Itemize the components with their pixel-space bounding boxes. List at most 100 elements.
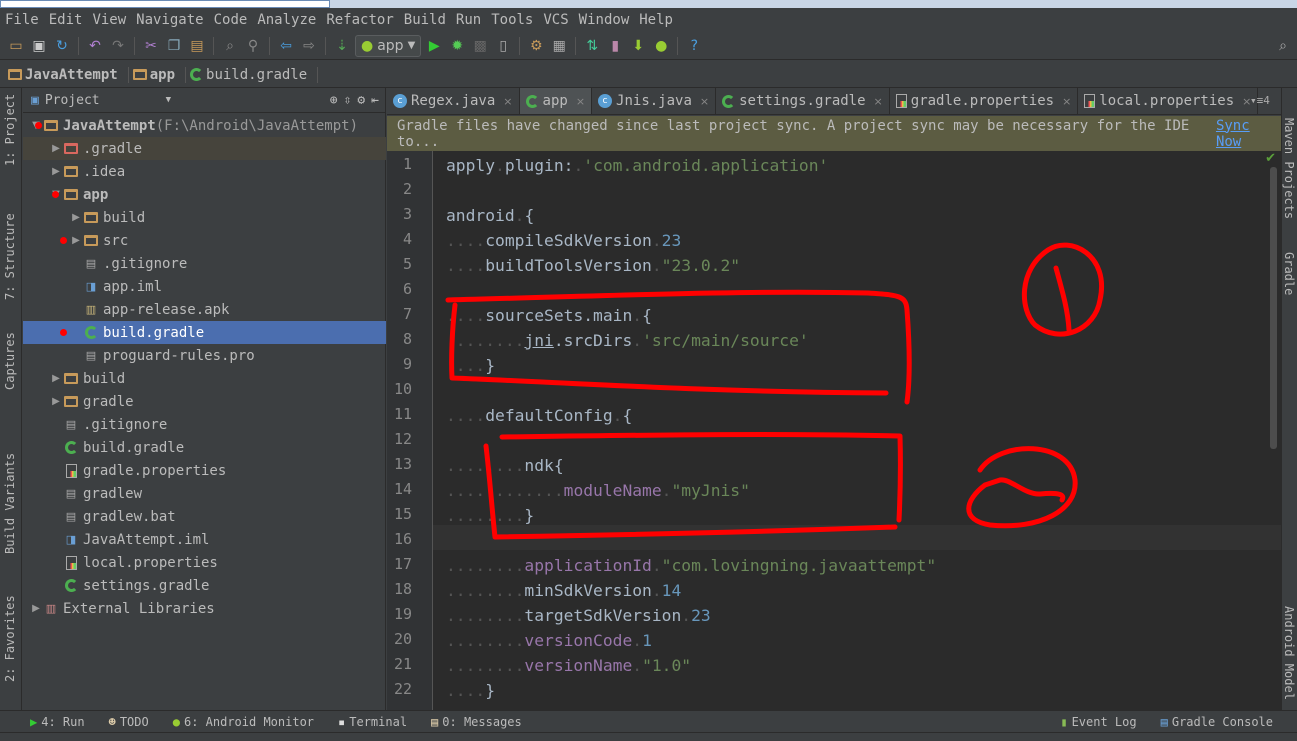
breadcrumb-app[interactable]: app <box>132 66 187 83</box>
menu-view[interactable]: View <box>87 12 131 28</box>
vertical-scrollbar[interactable] <box>1270 167 1277 449</box>
tree-item[interactable]: ▶ build <box>23 367 386 390</box>
menu-file[interactable]: File <box>0 12 44 28</box>
menu-run[interactable]: Run <box>451 12 486 28</box>
collapsed-arrow-icon[interactable]: ▶ <box>49 166 63 177</box>
menu-vcs[interactable]: VCS <box>538 12 573 28</box>
debug-icon[interactable]: ✹ <box>447 36 467 56</box>
run-configuration-dropdown[interactable]: ● app ▼ <box>355 34 422 57</box>
tree-item[interactable]: ◨ app.iml <box>23 275 386 298</box>
copy-icon[interactable]: ❐ <box>164 36 184 56</box>
android-monitor-icon[interactable]: ● <box>651 36 671 56</box>
collapse-all-icon[interactable]: ⇳ <box>344 93 352 108</box>
tool-window-android-model[interactable]: Android Model <box>1282 606 1296 700</box>
back-icon[interactable]: ⇦ <box>276 36 296 56</box>
menu-window[interactable]: Window <box>574 12 635 28</box>
tree-item[interactable]: ▶ build <box>23 206 386 229</box>
menu-build[interactable]: Build <box>399 12 451 28</box>
close-tab-icon[interactable]: × <box>700 95 709 108</box>
locate-icon[interactable]: ⊕ <box>330 93 338 108</box>
gear-icon[interactable]: ⚙ <box>357 93 365 108</box>
hide-panel-icon[interactable]: ⇤ <box>371 93 379 108</box>
tree-item[interactable]: ▶ .idea <box>23 160 386 183</box>
menu-edit[interactable]: Edit <box>44 12 88 28</box>
tool-android-monitor[interactable]: ● 6: Android Monitor <box>173 715 314 729</box>
tree-item[interactable]: ▤ .gitignore <box>23 252 386 275</box>
tool-event-log[interactable]: ▮ Event Log <box>1060 715 1136 729</box>
tab-regex-java[interactable]: c Regex.java × <box>387 88 520 114</box>
avd-manager-icon[interactable]: ▮ <box>605 36 625 56</box>
tree-item[interactable]: gradle.properties <box>23 459 386 482</box>
code-editor[interactable]: 1 2 3 4 5 6 7 8 9 10 11 12 13 14 15 16 17 18 19 20 21 22 appl… <box>387 151 1281 710</box>
collapsed-arrow-icon[interactable]: ▶ <box>29 603 43 614</box>
tree-item[interactable]: local.properties <box>23 551 386 574</box>
tree-item[interactable]: ▤ gradlew.bat <box>23 505 386 528</box>
tree-item[interactable]: ▥ app-release.apk <box>23 298 386 321</box>
code-line[interactable]: android.{ <box>446 203 534 228</box>
tab-jnis-java[interactable]: c Jnis.java × <box>592 88 717 114</box>
close-tab-icon[interactable]: × <box>1062 95 1071 108</box>
tab-settings-gradle[interactable]: settings.gradle × <box>716 88 890 114</box>
project-structure-icon[interactable]: ⚙ <box>526 36 546 56</box>
code-line[interactable]: ....compileSdkVersion.23 <box>446 228 681 253</box>
paste-icon[interactable]: ▤ <box>187 36 207 56</box>
code-line[interactable]: ........targetSdkVersion.23 <box>446 603 711 628</box>
code-line[interactable]: ........applicationId."com.lovingning.ja… <box>446 553 936 578</box>
tree-item[interactable]: build.gradle <box>23 436 386 459</box>
collapsed-arrow-icon[interactable]: ▶ <box>69 235 83 246</box>
code-line[interactable]: ....sourceSets.main.{ <box>446 303 652 328</box>
tree-item[interactable]: settings.gradle <box>23 574 386 597</box>
tab-app[interactable]: app × <box>519 88 593 114</box>
menu-code[interactable]: Code <box>209 12 253 28</box>
code-line[interactable]: ....} <box>446 678 495 703</box>
project-view-selector[interactable]: Project <box>45 93 100 108</box>
close-tab-icon[interactable]: × <box>874 95 883 108</box>
sync-now-link[interactable]: Sync Now <box>1216 118 1281 150</box>
android-download-icon[interactable]: ⬇ <box>628 36 648 56</box>
tool-window-maven[interactable]: Maven Projects <box>1282 118 1296 219</box>
code-line[interactable]: ........minSdkVersion.14 <box>446 578 681 603</box>
attach-debugger-icon[interactable]: ▩ <box>470 36 490 56</box>
code-line[interactable]: ........versionCode.1 <box>446 628 652 653</box>
code-line[interactable]: ....buildToolsVersion."23.0.2" <box>446 253 740 278</box>
tree-item[interactable]: build.gradle <box>23 321 386 344</box>
tab-local-properties[interactable]: local.properties × <box>1078 88 1259 114</box>
tree-item[interactable]: ▶ gradle <box>23 390 386 413</box>
code-line[interactable]: ............moduleName."myJnis" <box>446 478 750 503</box>
tool-window-project[interactable]: 1: Project <box>3 94 17 166</box>
run-icon[interactable]: ▶ <box>424 36 444 56</box>
open-folder-icon[interactable]: ▭ <box>6 36 26 56</box>
device-icon[interactable]: ▯ <box>493 36 513 56</box>
search-everywhere-icon[interactable]: ⌕ <box>1273 36 1293 56</box>
tool-todo[interactable]: ☻ TODO <box>109 715 149 729</box>
tree-item[interactable]: ▤ gradlew <box>23 482 386 505</box>
tree-item[interactable]: ▶ src <box>23 229 386 252</box>
help-icon[interactable]: ? <box>684 36 704 56</box>
tree-item[interactable]: ◨ JavaAttempt.iml <box>23 528 386 551</box>
collapsed-arrow-icon[interactable]: ▶ <box>49 396 63 407</box>
sdk-manager-icon[interactable]: ▦ <box>549 36 569 56</box>
sync-icon[interactable]: ↻ <box>52 36 72 56</box>
redo-icon[interactable]: ↷ <box>108 36 128 56</box>
find-icon[interactable]: ⌕ <box>220 36 240 56</box>
close-tab-icon[interactable]: × <box>576 95 585 108</box>
undo-icon[interactable]: ↶ <box>85 36 105 56</box>
tool-window-build-variants[interactable]: Build Variants <box>3 453 17 554</box>
breadcrumb-project[interactable]: JavaAttempt <box>8 66 129 83</box>
code-line[interactable]: ....defaultConfig.{ <box>446 403 632 428</box>
gradle-sync-icon[interactable]: ⇅ <box>582 36 602 56</box>
collapsed-arrow-icon[interactable]: ▶ <box>49 373 63 384</box>
code-line[interactable]: ....} <box>446 353 495 378</box>
tree-item[interactable]: ▤ proguard-rules.pro <box>23 344 386 367</box>
forward-icon[interactable]: ⇨ <box>299 36 319 56</box>
breadcrumb-file[interactable]: build.gradle <box>190 66 319 83</box>
collapsed-arrow-icon[interactable]: ▶ <box>69 212 83 223</box>
tab-gradle-properties[interactable]: gradle.properties × <box>890 88 1079 114</box>
make-project-icon[interactable]: ⇣ <box>332 36 352 56</box>
close-tab-icon[interactable]: × <box>503 95 512 108</box>
tool-run[interactable]: ▶ 4: Run <box>30 715 85 729</box>
tool-terminal[interactable]: ▪ Terminal <box>338 715 407 729</box>
cut-icon[interactable]: ✂ <box>141 36 161 56</box>
menu-navigate[interactable]: Navigate <box>131 12 208 28</box>
tool-window-structure[interactable]: 7: Structure <box>3 213 17 300</box>
